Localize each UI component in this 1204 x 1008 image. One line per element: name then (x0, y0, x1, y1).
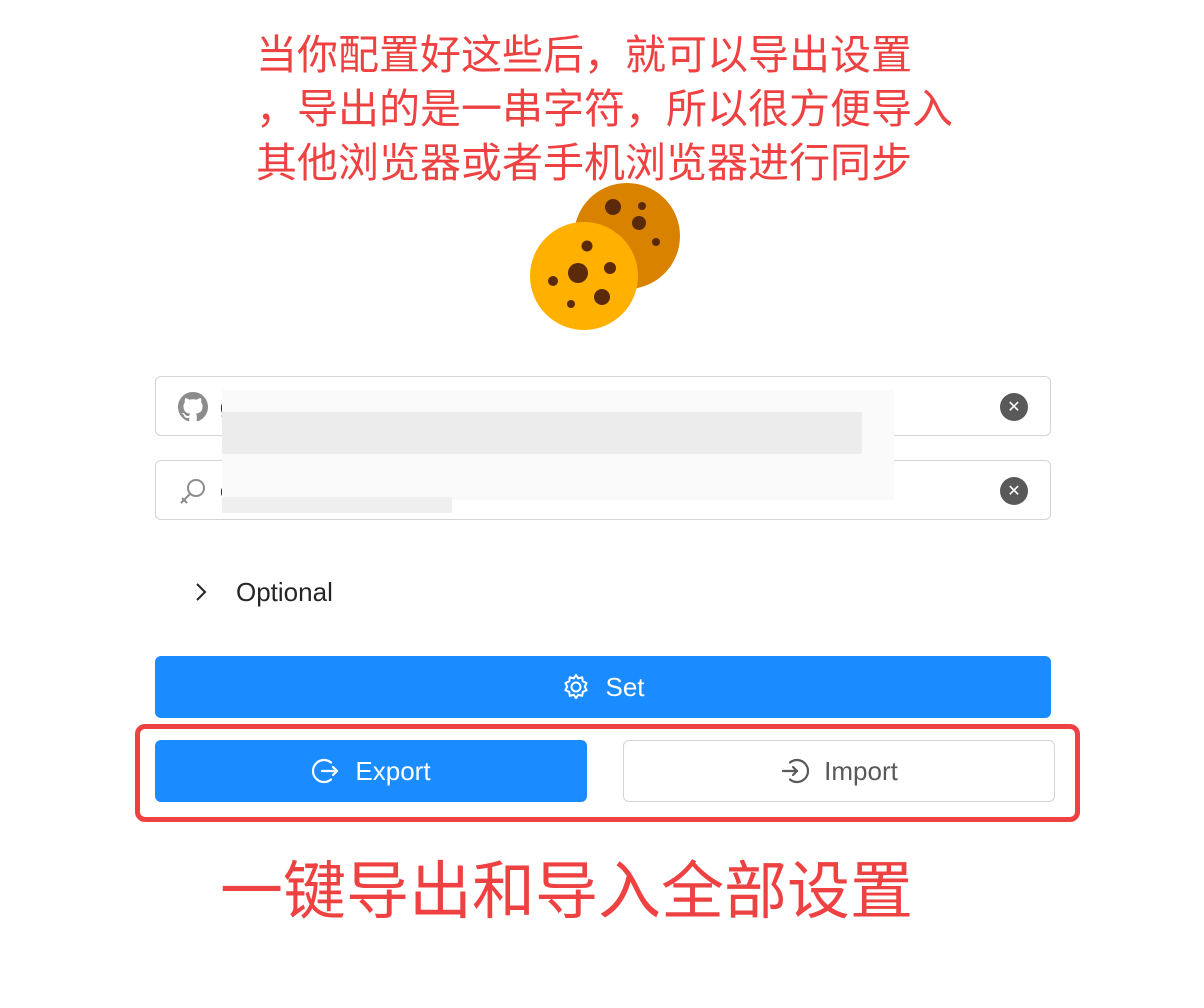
privacy-blur-strip (222, 497, 452, 513)
annotation-bottom-note: 一键导出和导入全部设置 (220, 855, 913, 928)
gear-icon (564, 674, 589, 700)
close-circle-icon[interactable]: ✕ (1000, 393, 1028, 421)
annotation-top-note: 当你配置好这些后，就可以导出设置 ，导出的是一串字符，所以很方便导入 其他浏览器… (256, 31, 953, 187)
set-button[interactable]: Set (155, 656, 1051, 718)
optional-label: Optional (236, 576, 333, 607)
import-icon (782, 758, 810, 784)
privacy-blur-strip (222, 412, 862, 454)
export-icon (312, 758, 339, 784)
key-icon (180, 479, 205, 504)
chevron-right-icon (196, 583, 207, 601)
cookie-icon (530, 183, 680, 330)
import-button[interactable]: Import (623, 740, 1055, 802)
github-icon (178, 392, 208, 422)
import-label: Import (824, 755, 898, 786)
close-circle-icon[interactable]: ✕ (1000, 477, 1028, 505)
set-label: Set (605, 671, 645, 702)
optional-collapse[interactable]: Optional (190, 570, 333, 614)
export-label: Export (355, 755, 431, 786)
export-button[interactable]: Export (155, 740, 587, 802)
